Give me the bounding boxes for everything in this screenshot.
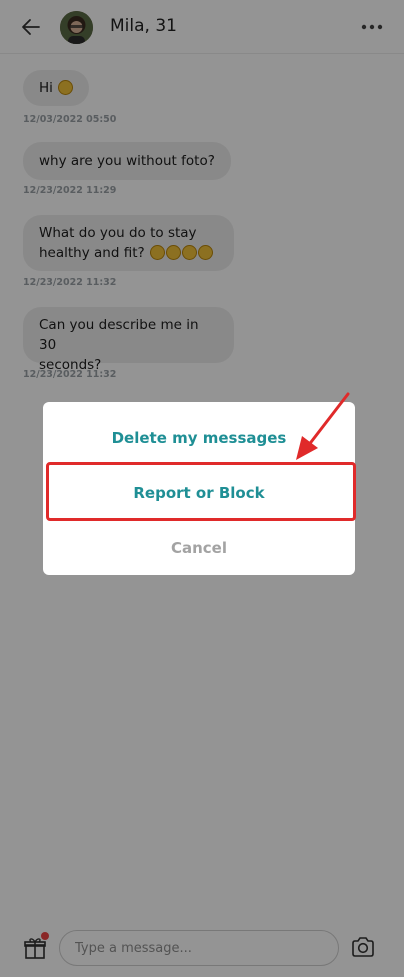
cancel-button[interactable]: Cancel [43, 539, 355, 557]
report-or-block-button[interactable]: Report or Block [43, 484, 355, 502]
delete-messages-button[interactable]: Delete my messages [43, 429, 355, 447]
chat-actions-dialog: Delete my messages Report or Block Cance… [43, 402, 355, 575]
chat-screen: Mila, 31 Hi 12/03/2022 05:50 why are you… [0, 0, 404, 977]
